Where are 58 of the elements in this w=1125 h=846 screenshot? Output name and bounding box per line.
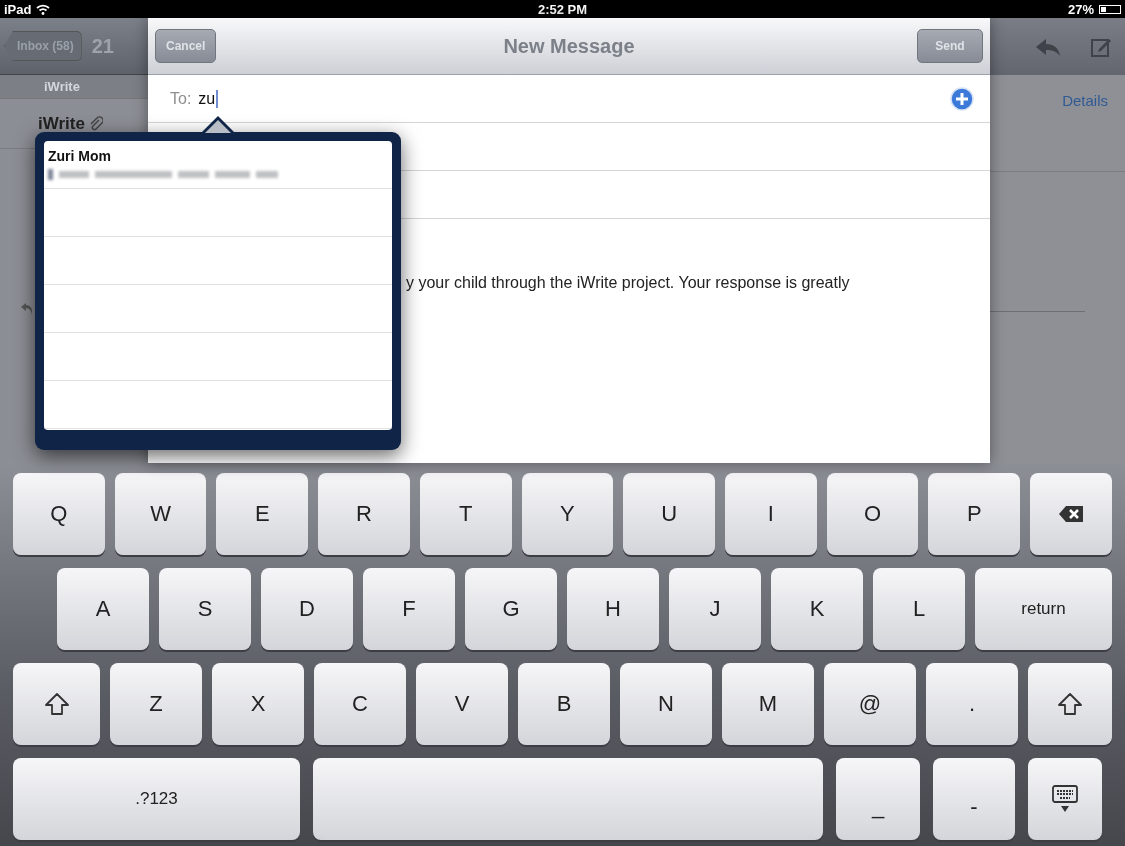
contact-suggestion[interactable]: Zuri Mom	[44, 141, 392, 189]
keyboard-key[interactable]: O	[826, 473, 919, 555]
keyboard-key[interactable]: _	[836, 758, 920, 840]
keyboard-icon	[1052, 785, 1078, 813]
shift-key[interactable]	[13, 663, 100, 745]
battery-icon	[1099, 4, 1121, 14]
add-contact-icon[interactable]	[950, 86, 974, 111]
backspace-icon	[1058, 505, 1085, 523]
hide-keyboard-key[interactable]	[1028, 758, 1102, 840]
keyboard-key[interactable]: K	[771, 568, 863, 650]
keyboard-key[interactable]: .	[926, 663, 1018, 745]
numbers-key[interactable]: .?123	[13, 758, 300, 840]
keyboard-key[interactable]: H	[567, 568, 659, 650]
keyboard-key[interactable]: F	[363, 568, 455, 650]
keyboard-key[interactable]: Z	[110, 663, 202, 745]
keyboard-key[interactable]: D	[261, 568, 353, 650]
paperclip-icon	[88, 115, 103, 132]
clock-time: 2:52 PM	[537, 1, 588, 17]
message-sender: iWrite	[38, 113, 85, 134]
to-field[interactable]: zu	[198, 89, 219, 108]
keyboard-key[interactable]: L	[873, 568, 965, 650]
keyboard-key[interactable]: I	[725, 473, 817, 555]
keyboard-key[interactable]: P	[928, 473, 1021, 555]
keyboard-key[interactable]: N	[620, 663, 712, 745]
keyboard-key[interactable]: M	[722, 663, 814, 745]
shift-icon	[43, 692, 70, 716]
list-header: iWrite	[0, 75, 148, 99]
battery-percent: 27%	[1067, 1, 1094, 17]
keyboard-key[interactable]: W	[114, 473, 207, 555]
compose-icon	[1091, 36, 1111, 57]
keyboard-key[interactable]: C	[314, 663, 406, 745]
keyboard-key[interactable]: Y	[521, 473, 614, 555]
keyboard-key[interactable]: E	[216, 473, 309, 555]
keyboard-key[interactable]: R	[318, 473, 410, 555]
keyboard-key[interactable]: X	[212, 663, 304, 745]
message-body: y your child through the iWrite project. Your response is greatly	[406, 274, 850, 291]
reply-icon	[1035, 36, 1061, 57]
keyboard-key[interactable]: -	[933, 758, 1015, 840]
sheet-title: New Message	[503, 34, 635, 57]
return-key[interactable]: return	[975, 568, 1112, 650]
keyboard-key[interactable]: A	[57, 568, 149, 650]
shift-icon	[1057, 692, 1083, 716]
keyboard-key[interactable]: V	[416, 663, 508, 745]
keyboard-key[interactable]: @	[824, 663, 916, 745]
reply-icon	[20, 302, 34, 316]
backspace-key[interactable]	[1030, 473, 1112, 555]
keyboard-key[interactable]: S	[159, 568, 251, 650]
keyboard-key[interactable]: G	[465, 568, 557, 650]
keyboard-key[interactable]: B	[518, 663, 610, 745]
wifi-icon	[36, 3, 51, 15]
shift-key[interactable]	[1028, 663, 1112, 745]
contact-name: Zuri Mom	[48, 148, 111, 164]
keyboard-key[interactable]: Q	[13, 473, 105, 555]
to-label: To:	[170, 89, 192, 108]
device-name: iPad	[4, 1, 32, 17]
keyboard-key[interactable]: T	[419, 473, 512, 555]
keyboard-key[interactable]: J	[669, 568, 761, 650]
keyboard-key[interactable]: U	[623, 473, 716, 555]
